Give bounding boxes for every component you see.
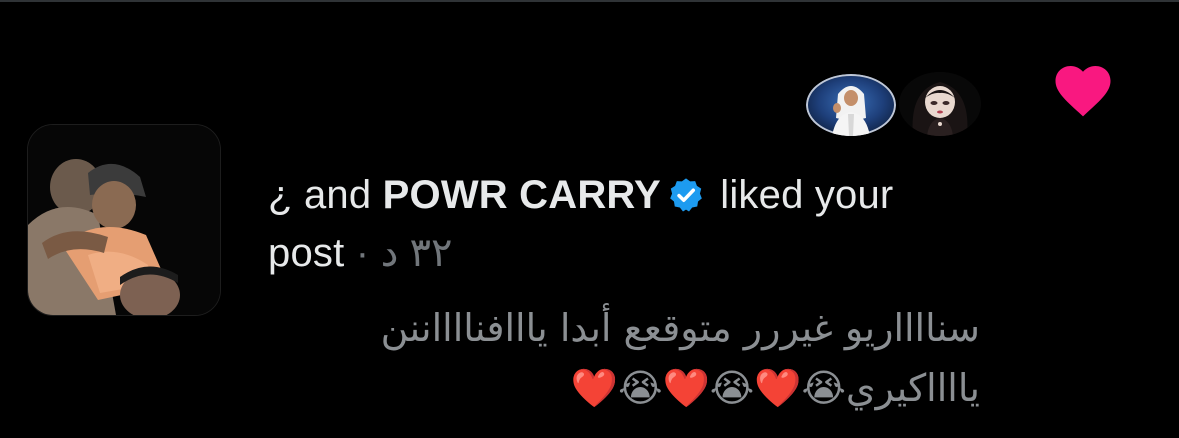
avatar-image [899,72,981,136]
action-text: liked your [720,173,894,217]
heart-icon [1055,66,1111,117]
post-image [28,125,220,315]
post-thumbnail[interactable] [27,124,221,316]
liker-avatar[interactable] [806,74,896,136]
actor-name[interactable]: POWR CARRY [383,173,661,217]
avatar-image [806,74,896,136]
post-text: سنااااريو غيررر متوقعع أبدا يااافناااانن… [380,306,980,410]
notification-text: ¿ and POWR CARRY liked your post · ٣٢ د [268,166,988,282]
time-separator: · [355,231,370,275]
liker-avatar[interactable] [899,72,981,136]
verified-badge-icon [670,178,702,212]
actor-prefix: ¿ and [268,173,372,217]
object-text: post [268,231,345,275]
notification-item[interactable]: ¿ and POWR CARRY liked your post · ٣٢ د … [0,0,1179,438]
timestamp: ٣٢ د [380,231,453,275]
divider [0,0,1179,2]
